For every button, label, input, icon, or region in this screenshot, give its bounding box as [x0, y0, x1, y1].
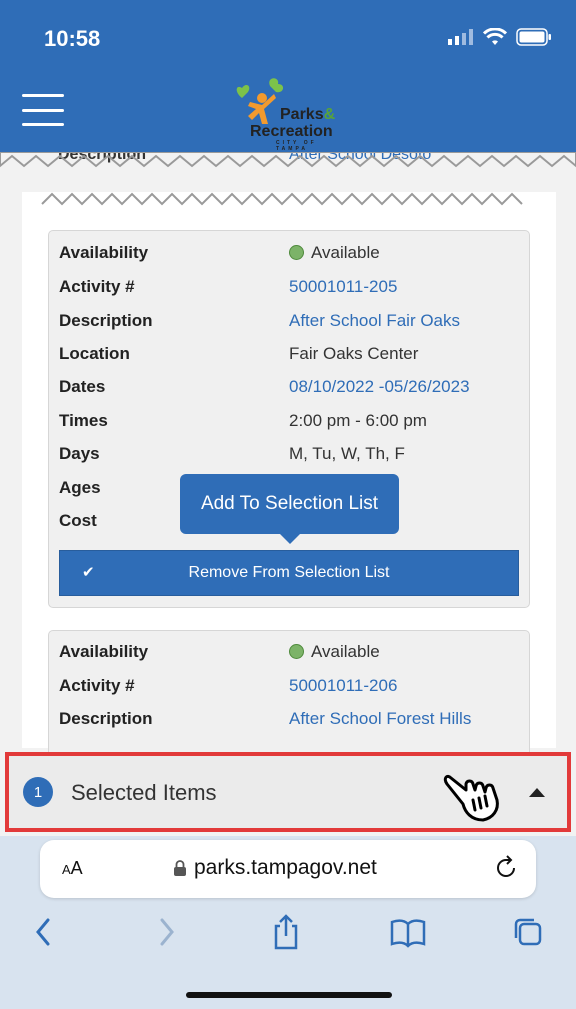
activity-number-link[interactable]: 50001011-206: [289, 676, 397, 696]
row-description: Description After School Fair Oaks: [59, 311, 461, 331]
lock-icon: [174, 860, 186, 876]
available-status-icon: [289, 245, 304, 260]
checkmark-icon: ✔: [82, 564, 95, 581]
selected-count-badge: 1: [23, 777, 53, 807]
parks-recreation-logo[interactable]: Parks& Recreation CITY OF TAMPA: [230, 72, 350, 152]
row-availability: Availability Available: [59, 642, 380, 661]
description-link[interactable]: After School Fair Oaks: [289, 311, 460, 331]
activity-card: Availability Available Activity # 500010…: [48, 230, 530, 608]
battery-icon: [516, 28, 551, 46]
wifi-icon: [483, 28, 507, 45]
app-header: 10:58 Parks& Recreation CITY OF TAMPA: [0, 0, 576, 152]
row-times: Times 2:00 pm - 6:00 pm: [59, 411, 427, 430]
row-days: Days M, Tu, W, Th, F: [59, 444, 405, 463]
dates-link[interactable]: 08/10/2022 -05/26/2023: [289, 377, 470, 397]
signal-icon: [448, 29, 473, 45]
description-link[interactable]: After School Forest Hills: [289, 709, 471, 729]
browser-toolbar: AA parks.tampagov.net: [0, 836, 576, 1009]
back-icon[interactable]: [28, 914, 68, 950]
row-description: Description After School Forest Hills: [59, 709, 472, 729]
logo-text: Parks& Recreation CITY OF TAMPA: [250, 106, 336, 152]
text-size-button[interactable]: AA: [62, 858, 83, 879]
pointer-hand-icon: [443, 774, 499, 822]
row-activity-number: Activity # 50001011-206: [59, 676, 398, 696]
reload-icon[interactable]: [494, 854, 518, 880]
forward-icon[interactable]: [146, 914, 186, 950]
share-icon[interactable]: [266, 914, 306, 950]
row-dates: Dates 08/10/2022 -05/26/2023: [59, 377, 470, 397]
torn-edge: Description After School Desoto: [0, 152, 576, 208]
row-activity-number: Activity # 50001011-205: [59, 277, 398, 297]
add-to-selection-tooltip[interactable]: Add To Selection List: [180, 474, 399, 544]
tabs-icon[interactable]: [508, 914, 548, 950]
menu-icon[interactable]: [22, 94, 64, 126]
address-bar[interactable]: AA parks.tampagov.net: [40, 840, 536, 898]
selected-items-label: Selected Items: [71, 780, 217, 805]
activity-number-link[interactable]: 50001011-205: [289, 277, 397, 297]
status-time: 10:58: [44, 26, 101, 51]
available-status-icon: [289, 644, 304, 659]
row-availability: Availability Available: [59, 243, 380, 262]
status-icons: [448, 28, 552, 46]
selected-items-bar[interactable]: 1 Selected Items: [5, 752, 571, 832]
remove-from-selection-button[interactable]: ✔ Remove From Selection List: [59, 550, 519, 596]
expand-caret-icon[interactable]: [529, 788, 545, 797]
home-indicator: [186, 992, 392, 998]
bookmarks-icon[interactable]: [388, 914, 428, 950]
torn-edge-decoration: [0, 152, 576, 208]
row-location: Location Fair Oaks Center: [59, 344, 419, 363]
activity-card: Availability Available Activity # 500010…: [48, 630, 530, 770]
tooltip-arrow: [280, 534, 300, 544]
url-text: parks.tampagov.net: [194, 856, 377, 879]
